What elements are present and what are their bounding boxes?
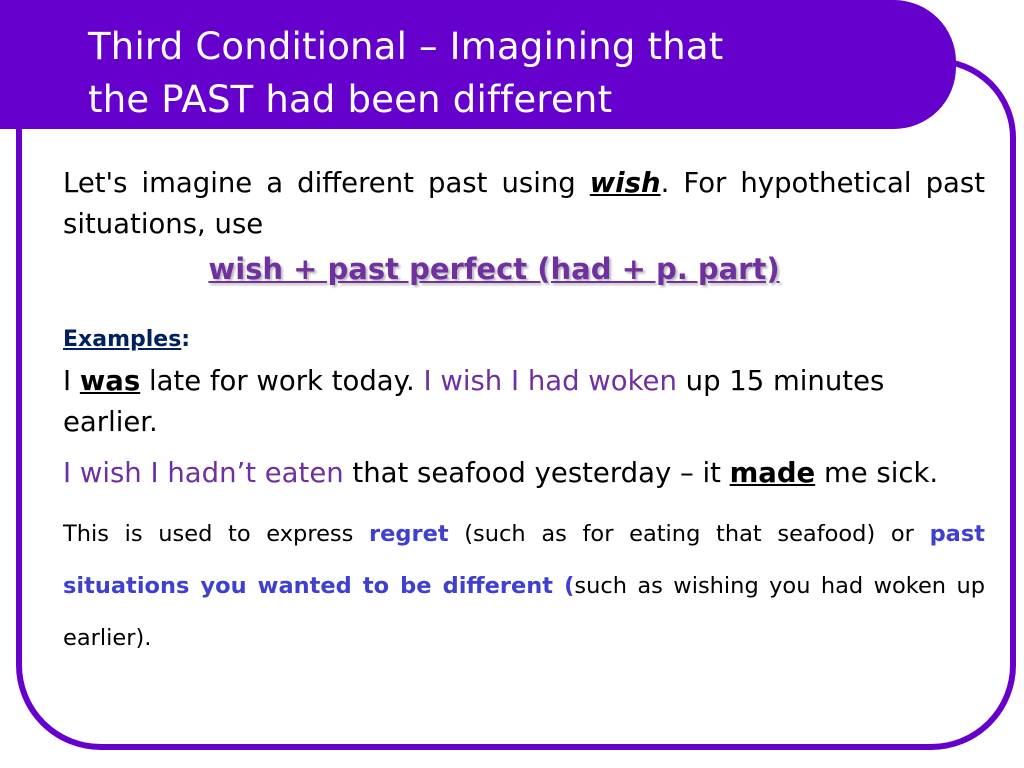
example-1-text-2: late for work today. [140, 365, 424, 397]
note-highlight-regret: regret [369, 521, 449, 547]
slide-title: Third Conditional – Imagining that the P… [88, 20, 948, 126]
example-2-emphasis: made [729, 457, 816, 489]
examples-label: Examples [63, 327, 182, 352]
title-banner: Third Conditional – Imagining that the P… [0, 0, 956, 129]
example-1-text-1: I [63, 365, 80, 397]
note-text-1: This is used to express [63, 521, 370, 547]
example-1: I was late for work today. I wish I had … [63, 361, 985, 443]
example-1-emphasis: was [79, 365, 141, 397]
intro-text-1: Let's imagine a different past using [63, 167, 590, 199]
title-line-1: Third Conditional – Imagining that [88, 25, 724, 68]
formula: wish + past perfect (had + p. part) [208, 252, 780, 286]
examples-colon: : [181, 327, 191, 352]
example-2-text-2: me sick. [815, 457, 939, 489]
example-2-wish: I wish I hadn’t eaten [63, 457, 344, 489]
intro-paragraph: Let's imagine a different past using wis… [63, 163, 985, 245]
examples-heading: Examples: [63, 325, 985, 355]
example-2: I wish I hadn’t eaten that seafood yeste… [63, 453, 985, 494]
note-text-2: (such as for eating that seafood) or [448, 521, 930, 547]
title-line-2: the PAST had been different [88, 78, 613, 121]
example-2-text-1: that seafood yesterday – it [343, 457, 730, 489]
keyword-wish: wish [589, 167, 661, 199]
slide-content: Let's imagine a different past using wis… [63, 163, 985, 664]
example-1-wish: I wish I had woken [423, 365, 677, 397]
usage-note: This is used to express regret (such as … [63, 508, 985, 664]
